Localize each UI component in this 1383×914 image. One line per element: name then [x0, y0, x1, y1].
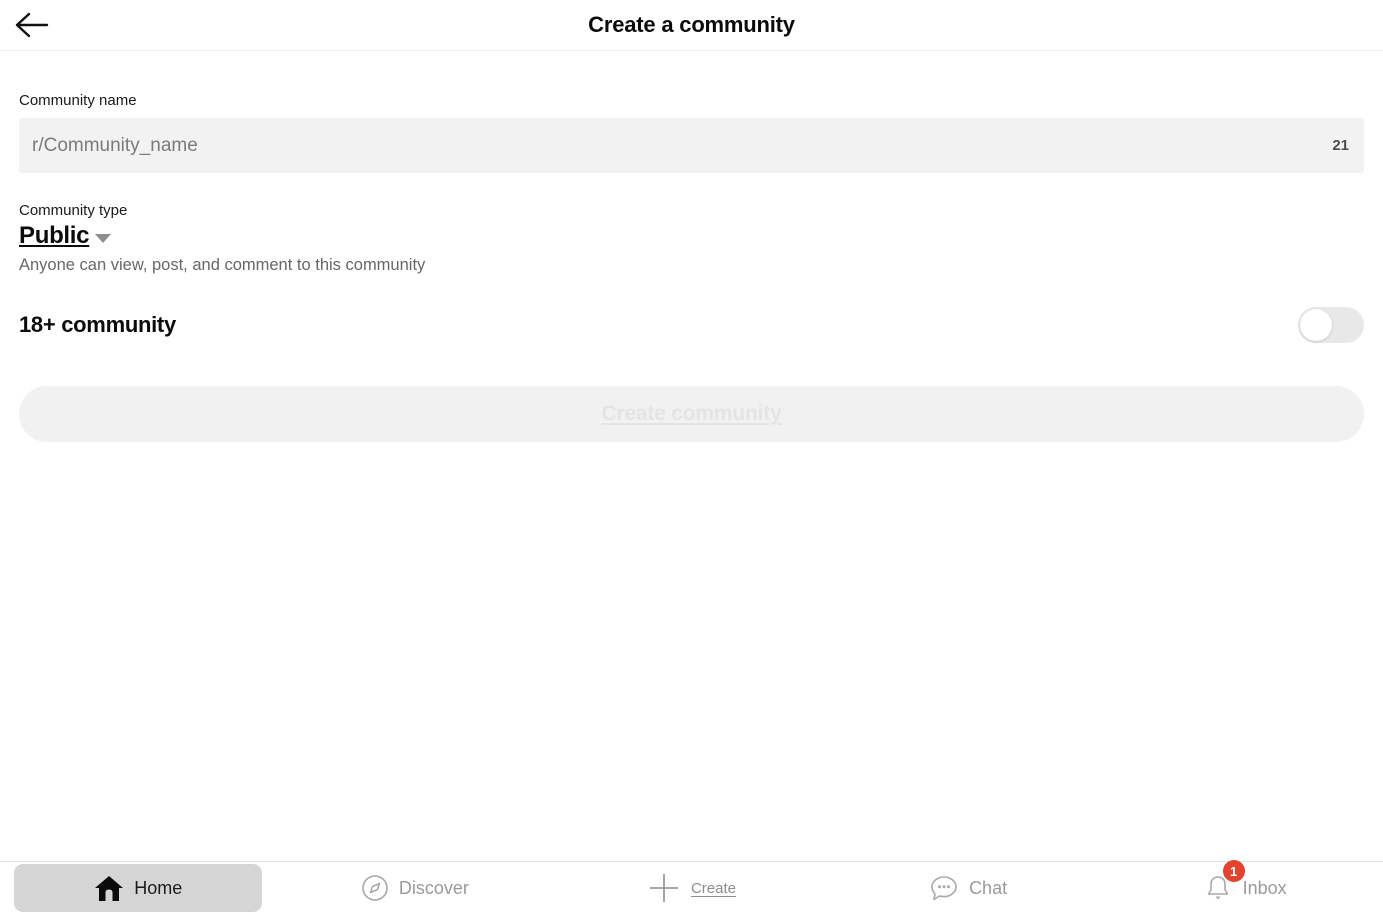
create-community-form: Community name r/Community_name 21 Commu… — [0, 92, 1383, 442]
nsfw-label: 18+ community — [19, 311, 176, 337]
nav-item-chat[interactable]: Chat — [830, 862, 1107, 914]
inbox-badge: 1 — [1222, 860, 1245, 882]
toggle-knob — [1300, 308, 1332, 341]
community-type-label: Community type — [19, 202, 128, 219]
nav-item-inbox[interactable]: 1 Inbox — [1106, 860, 1383, 914]
nav-label-discover: Discover — [398, 877, 469, 898]
home-icon — [94, 874, 124, 902]
app-header: Create a community — [0, 0, 1383, 51]
bottom-navigation: Home Discover Create Chat 1 Inbox — [0, 860, 1383, 914]
chat-bubble-icon — [929, 874, 959, 902]
plus-icon — [647, 871, 681, 905]
community-type-value[interactable]: Public — [19, 222, 90, 250]
nav-item-discover[interactable]: Discover — [277, 862, 554, 914]
nav-label-chat: Chat — [969, 877, 1008, 898]
community-type-description: Anyone can view, post, and comment to th… — [19, 256, 426, 274]
bell-icon: 1 — [1203, 860, 1245, 903]
community-type-select[interactable]: Public — [19, 222, 1364, 250]
chevron-down-icon[interactable] — [95, 233, 112, 243]
active-pill: Home — [14, 864, 263, 912]
nav-label-inbox: Inbox — [1242, 877, 1287, 898]
arrow-left-icon — [15, 12, 49, 38]
nav-label-home: Home — [134, 877, 183, 898]
back-button[interactable] — [10, 5, 54, 45]
community-name-input[interactable]: r/Community_name 21 — [19, 118, 1364, 173]
compass-icon — [361, 874, 389, 902]
create-community-button-label: Create community — [601, 401, 782, 425]
character-counter: 21 — [1332, 137, 1349, 154]
nav-item-home[interactable]: Home — [0, 862, 277, 914]
nsfw-toggle-row: 18+ community — [19, 306, 1364, 344]
nav-label-create: Create — [690, 879, 736, 897]
community-name-label: Community name — [19, 92, 137, 109]
create-community-button[interactable]: Create community — [19, 385, 1364, 442]
community-name-placeholder: r/Community_name — [32, 134, 198, 156]
nsfw-toggle[interactable] — [1298, 306, 1364, 343]
nav-item-create[interactable]: Create — [553, 862, 830, 914]
page-title: Create a community — [588, 12, 795, 37]
